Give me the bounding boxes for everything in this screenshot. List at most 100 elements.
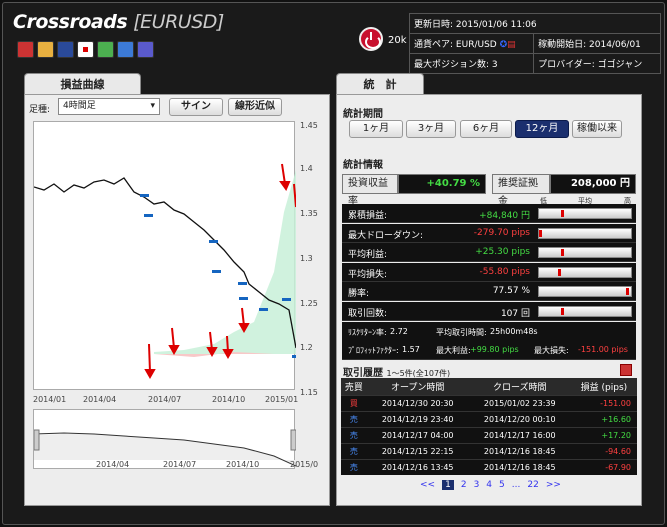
price-chart[interactable]	[33, 121, 301, 390]
nav-tick: 2015/0	[290, 460, 319, 469]
table-row[interactable]: 買 2014/12/30 20:30 2015/01/02 23:39 -151.00	[341, 394, 637, 411]
stats-title: 統計情報	[343, 160, 383, 171]
stat-gauge	[538, 266, 632, 278]
pnl-cell: -67.90	[570, 458, 637, 475]
col-side[interactable]: 売買	[341, 378, 367, 395]
euro-flag-icon: ✪	[499, 40, 508, 50]
ranking-icon[interactable]	[37, 41, 54, 58]
max-loss-value: -151.00 pips	[578, 345, 628, 354]
stat-row: 勝率: 77.57 %	[342, 282, 636, 302]
page-link[interactable]: 1	[442, 480, 454, 490]
nav-tick: 2014/10	[226, 460, 260, 469]
timeframe-label: 足種:	[29, 105, 51, 115]
extra-stats: ﾘｽｸﾘﾀｰﾝ率: 2.72 平均取引時間: 25h00m48s ﾌﾟﾛﾌｨｯﾄ…	[342, 322, 636, 360]
table-row[interactable]: 売 2014/12/19 23:40 2014/12/20 00:10 +16.60	[341, 410, 637, 427]
period-1m-button[interactable]: 1ヶ月	[349, 120, 403, 138]
timeframe-select[interactable]: 4時間足	[58, 98, 160, 115]
page-link[interactable]: 5	[499, 480, 505, 490]
gauge-marker	[561, 308, 564, 315]
top100-icon[interactable]	[57, 41, 74, 58]
page-link[interactable]: >>	[546, 480, 561, 490]
side-cell: 売	[341, 410, 367, 427]
open-cell: 2014/12/30 20:30	[366, 394, 469, 411]
y-tick: 1.15	[300, 388, 318, 397]
info-table: 更新日時: 2015/01/06 11:06 通貨ペア: EUR/USD ✪▤ …	[408, 13, 661, 74]
nav-tick: 2014/07	[163, 460, 197, 469]
gauge-marker	[626, 288, 630, 296]
margin-value: 208,000 円	[550, 174, 636, 194]
page-link[interactable]: 4	[486, 480, 492, 490]
sign-button[interactable]: サイン	[169, 98, 223, 116]
y-tick: 1.35	[300, 209, 318, 218]
stat-value: 107 回	[500, 309, 530, 319]
x-tick: 2014/01	[33, 395, 67, 404]
pagination: << 1 2 3 4 5... 22 >>	[420, 480, 561, 490]
avg-time-value: 25h00m48s	[490, 327, 538, 336]
stat-label: 累積損益:	[348, 211, 388, 221]
page-link[interactable]: 3	[474, 480, 480, 490]
stat-label: 平均利益:	[348, 250, 388, 261]
col-pnl[interactable]: 損益 (pips)	[570, 378, 637, 395]
table-row[interactable]: 売 2014/12/16 13:45 2014/12/16 18:45 -67.90	[341, 458, 637, 475]
profit-factor-value: 1.57	[402, 345, 420, 354]
side-cell: 買	[341, 394, 367, 411]
page-link[interactable]: 2	[461, 480, 467, 490]
tab-statistics[interactable]: 統 計	[336, 73, 424, 95]
navigator-left-handle[interactable]	[33, 429, 40, 451]
nav-tick: 2014/04	[96, 460, 130, 469]
gauge-marker	[561, 210, 564, 217]
japan-flag-icon[interactable]	[77, 41, 94, 58]
trophy-icon[interactable]	[17, 41, 34, 58]
tab-equity-curve[interactable]: 損益曲線	[24, 73, 141, 95]
page-link[interactable]: 22	[527, 480, 538, 490]
risk-return-label: ﾘｽｸﾘﾀｰﾝ率:	[348, 328, 387, 337]
table-row[interactable]: 売 2014/12/15 22:15 2014/12/16 18:45 -94.60	[341, 442, 637, 459]
gauge-marker	[561, 249, 564, 257]
col-open[interactable]: オープン時間	[366, 378, 469, 395]
roi-label: 投資収益率	[342, 174, 398, 207]
period-3m-button[interactable]: 3ヶ月	[406, 120, 456, 138]
stat-gauge	[538, 286, 632, 298]
avg-time-label: 平均取引時間:	[436, 328, 487, 337]
stat-value: 77.57 %	[492, 286, 530, 297]
close-cell: 2014/12/16 18:45	[468, 458, 571, 475]
history-title: 取引履歴 1〜5件(全107件)	[343, 368, 451, 379]
x-tick: 2014/04	[83, 395, 117, 404]
table-row[interactable]: 売 2014/12/17 04:00 2014/12/17 16:00 +17.20	[341, 426, 637, 443]
period-6m-button[interactable]: 6ヶ月	[460, 120, 512, 138]
linear-fit-button[interactable]: 線形近似	[228, 98, 282, 116]
period-12m-button[interactable]: 12ヶ月	[515, 120, 569, 138]
stat-label: 最大ドローダウン:	[348, 230, 424, 241]
pnl-cell: +16.60	[570, 410, 637, 427]
pnl-cell: -151.00	[570, 394, 637, 411]
power-count: 20k	[388, 35, 407, 46]
max-profit-label: 最大利益:	[436, 346, 471, 355]
x-tick: 2014/07	[148, 395, 182, 404]
close-cell: 2014/12/17 16:00	[468, 426, 571, 443]
globe-icon[interactable]	[137, 41, 154, 58]
provider-cell: プロバイダー: ゴゴジャン	[533, 53, 661, 74]
puzzle-icon[interactable]	[97, 41, 114, 58]
power-icon[interactable]	[359, 27, 383, 51]
period-all-button[interactable]: 稼働以来	[572, 120, 622, 138]
pnl-cell: +17.20	[570, 426, 637, 443]
roi-value: +40.79 %	[398, 174, 486, 194]
updated-cell: 更新日時: 2015/01/06 11:06	[409, 13, 661, 34]
navigator-right-handle[interactable]	[290, 429, 297, 451]
us-flag-icon: ▤	[507, 40, 516, 50]
x-tick: 2015/01	[265, 395, 299, 404]
bubble-icon[interactable]	[117, 41, 134, 58]
app-title: Crossroads [EURUSD]	[13, 11, 224, 33]
start-cell: 稼動開始日: 2014/06/01	[533, 33, 661, 54]
pdf-icon[interactable]	[620, 364, 632, 376]
stat-value: -279.70 pips	[473, 227, 530, 238]
stat-row: 累積損益: +84,840 円	[342, 204, 636, 223]
maxpos-cell: 最大ポジション数: 3	[408, 53, 535, 74]
close-cell: 2015/01/02 23:39	[468, 394, 571, 411]
stat-gauge	[538, 247, 632, 259]
page-link[interactable]: <<	[420, 480, 435, 490]
open-cell: 2014/12/16 13:45	[366, 458, 469, 475]
close-cell: 2014/12/20 00:10	[468, 410, 571, 427]
col-close[interactable]: クローズ時間	[468, 378, 571, 395]
pair-cell: 通貨ペア: EUR/USD ✪▤	[408, 33, 535, 54]
